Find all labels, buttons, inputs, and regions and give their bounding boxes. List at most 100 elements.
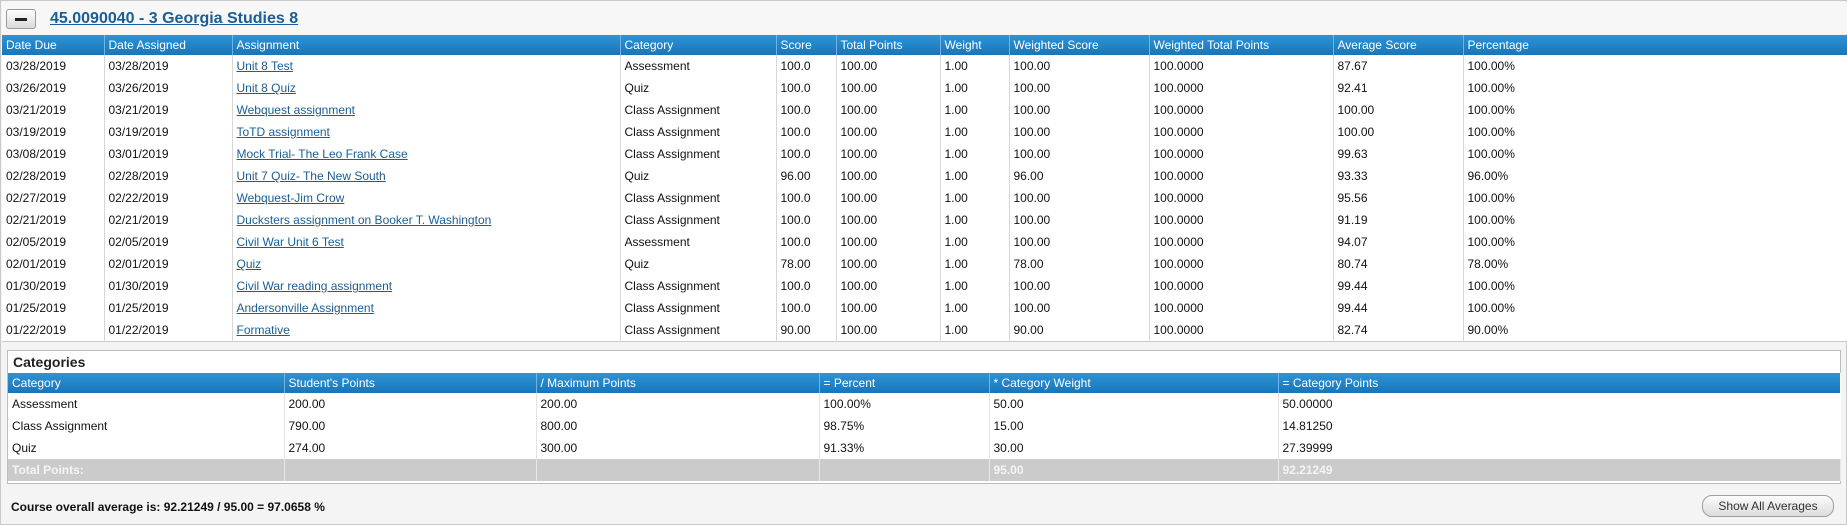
categories-header-row: Category Student's Points / Maximum Points…: [8, 373, 1840, 393]
table-cell: 100.0: [776, 99, 837, 121]
table-cell: 1.00: [940, 165, 1010, 187]
total-cell: [819, 459, 990, 481]
table-cell: 96.00: [1009, 165, 1150, 187]
table-cell: 91.19: [1333, 209, 1464, 231]
table-cell: 300.00: [536, 437, 820, 459]
column-header[interactable]: Weighted Total Points: [1149, 35, 1334, 55]
collapse-button[interactable]: [6, 9, 36, 29]
table-row: 03/26/2019 03/26/2019 Unit 8 Quiz Quiz 100.0…: [2, 77, 1847, 99]
table-cell: 100.00: [1009, 231, 1150, 253]
table-cell: 100.00: [1333, 99, 1464, 121]
column-header[interactable]: Average Score: [1333, 35, 1464, 55]
column-header: Category: [8, 373, 285, 393]
table-cell: 02/01/2019: [104, 253, 233, 275]
column-header[interactable]: Weight: [940, 35, 1010, 55]
table-cell: 94.07: [1333, 231, 1464, 253]
table-cell: 50.00: [989, 393, 1279, 415]
table-cell: 91.33%: [819, 437, 990, 459]
table-cell: 100.00%: [1467, 213, 1515, 227]
table-cell: Andersonville Assignment: [232, 297, 621, 319]
table-cell: 100.00%: [1467, 59, 1515, 73]
table-cell: 01/30/2019: [2, 275, 105, 297]
assignments-header-row: Date Due Date Assigned Assignment Category S…: [2, 35, 1847, 55]
table-cell: 100.0000: [1149, 55, 1334, 77]
column-header[interactable]: Percentage: [1463, 35, 1847, 55]
table-cell: 100.0: [776, 187, 837, 209]
table-cell: 27.39999: [1282, 441, 1333, 455]
table-cell: Quiz: [620, 165, 777, 187]
table-cell: Ducksters assignment on Booker T. Washin…: [232, 209, 621, 231]
table-row: 02/27/2019 02/22/2019 Webquest-Jim Crow Cla…: [2, 187, 1847, 209]
table-cell: 80.74: [1333, 253, 1464, 275]
table-cell: 01/30/2019: [104, 275, 233, 297]
table-row: 02/01/2019 02/01/2019 Quiz Quiz 78.00 100.00 1…: [2, 253, 1847, 275]
assignment-link[interactable]: Mock Trial- The Leo Frank Case: [237, 147, 408, 161]
table-cell: 99.44: [1333, 297, 1464, 319]
assignment-link[interactable]: ToTD assignment: [237, 125, 330, 139]
categories-body: Assessment 200.00 200.00 100.00% 50.00 50.000…: [8, 393, 1841, 481]
column-header[interactable]: Total Points: [836, 35, 941, 55]
assignment-link[interactable]: Civil War Unit 6 Test: [237, 235, 344, 249]
column-header[interactable]: Assignment: [232, 35, 621, 55]
table-row: 01/22/2019 01/22/2019 Formative Class Assig…: [2, 319, 1847, 341]
table-cell: 100.00: [836, 231, 941, 253]
table-cell: 1.00: [940, 275, 1010, 297]
column-header[interactable]: Category: [620, 35, 777, 55]
table-cell: 01/22/2019: [104, 319, 233, 341]
table-cell: Assessment: [620, 231, 777, 253]
assignment-link[interactable]: Andersonville Assignment: [237, 301, 374, 315]
show-all-averages-button[interactable]: Show All Averages: [1702, 495, 1834, 517]
assignment-link[interactable]: Unit 8 Test: [237, 59, 293, 73]
table-cell: Class Assignment: [620, 143, 777, 165]
assignment-link[interactable]: Webquest assignment: [237, 103, 356, 117]
table-row: Quiz 274.00 300.00 91.33% 30.00 27.39999: [8, 437, 1840, 459]
table-cell: 1.00: [940, 77, 1010, 99]
column-header[interactable]: Weighted Score: [1009, 35, 1150, 55]
table-cell: 100.0000: [1149, 143, 1334, 165]
table-cell: 100.00: [836, 319, 941, 341]
table-cell: 790.00: [284, 415, 537, 437]
course-header: 45.0090040 - 3 Georgia Studies 8: [2, 2, 1847, 34]
table-cell: Class Assignment: [620, 275, 777, 297]
column-header[interactable]: Date Due: [2, 35, 105, 55]
table-cell: 02/21/2019: [2, 209, 105, 231]
table-cell: 100.00: [836, 77, 941, 99]
assignment-link[interactable]: Ducksters assignment on Booker T. Washin…: [237, 213, 492, 227]
assignment-link[interactable]: Civil War reading assignment: [237, 279, 393, 293]
table-cell: 100.00: [1009, 121, 1150, 143]
column-header[interactable]: Date Assigned: [104, 35, 233, 55]
column-header: = Category Points: [1278, 373, 1840, 393]
total-cell: [536, 459, 820, 481]
table-cell: 100.00: [1009, 143, 1150, 165]
table-cell: Civil War Unit 6 Test: [232, 231, 621, 253]
course-title-link[interactable]: 45.0090040 - 3 Georgia Studies 8: [50, 10, 298, 28]
table-cell: 100.0000: [1149, 275, 1334, 297]
assignment-link[interactable]: Webquest-Jim Crow: [237, 191, 345, 205]
table-cell: 100.00: [836, 121, 941, 143]
table-cell: 90.00: [1009, 319, 1150, 341]
column-header[interactable]: Score: [776, 35, 837, 55]
table-cell: 1.00: [940, 231, 1010, 253]
table-cell: 100.0: [776, 55, 837, 77]
column-header: Student's Points: [284, 373, 537, 393]
table-cell: 78.00: [1009, 253, 1150, 275]
table-cell: Class Assignment: [620, 99, 777, 121]
table-cell: Quiz: [620, 77, 777, 99]
table-cell: 200.00: [284, 393, 537, 415]
table-cell: 03/08/2019: [2, 143, 105, 165]
table-cell: 100.00%: [1467, 279, 1515, 293]
table-cell: 100.00%: [1467, 103, 1515, 117]
table-cell: 100.00: [1009, 55, 1150, 77]
minus-icon: [15, 17, 27, 21]
assignment-link[interactable]: Quiz: [237, 257, 262, 271]
table-cell: 100.0000: [1149, 209, 1334, 231]
assignment-link[interactable]: Unit 8 Quiz: [237, 81, 296, 95]
table-cell: 100.00: [836, 165, 941, 187]
table-cell: 100.00: [836, 253, 941, 275]
assignment-link[interactable]: Formative: [237, 323, 290, 337]
assignment-link[interactable]: Unit 7 Quiz- The New South: [237, 169, 386, 183]
total-cell: 92.21249: [1278, 459, 1841, 481]
table-cell: 99.63: [1333, 143, 1464, 165]
table-cell: 100.0: [776, 209, 837, 231]
table-cell: 1.00: [940, 253, 1010, 275]
